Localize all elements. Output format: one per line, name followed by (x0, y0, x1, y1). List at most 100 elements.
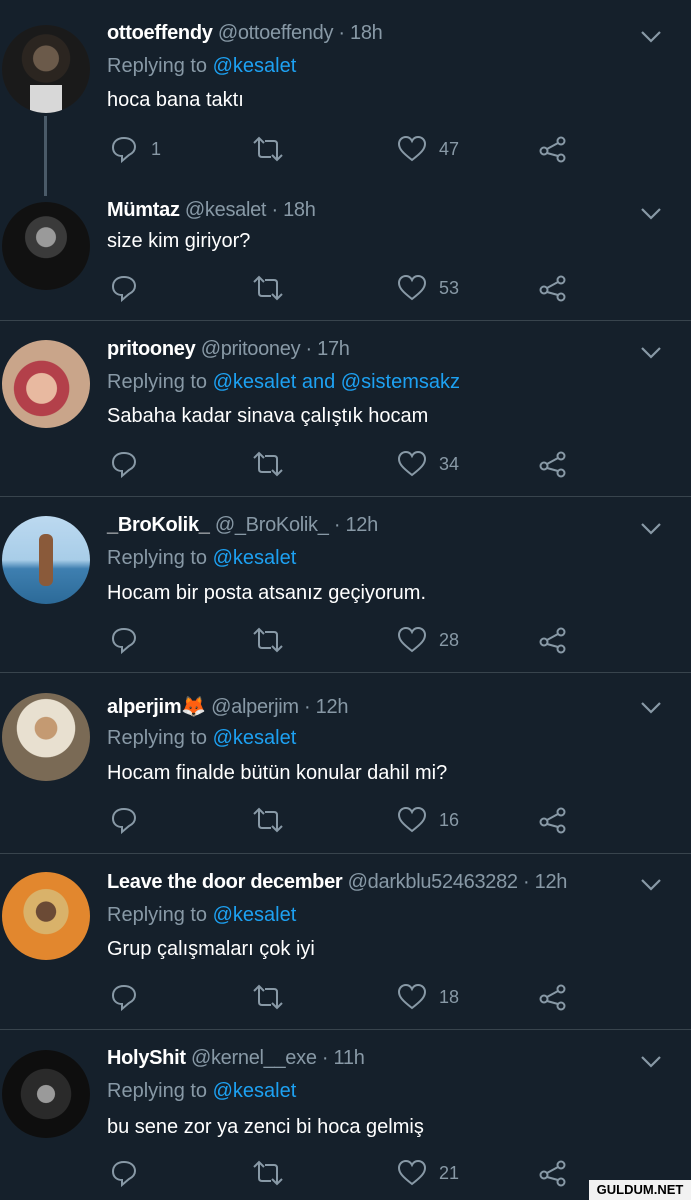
mention-link[interactable]: @kesalet (213, 1080, 297, 1102)
avatar[interactable] (2, 25, 90, 113)
tweet[interactable]: Leave the door december @darkblu52463282… (0, 854, 691, 1029)
share-button[interactable] (539, 1156, 567, 1190)
separator: · (316, 1047, 334, 1069)
share-button[interactable] (539, 271, 567, 305)
retweet-icon (253, 984, 283, 1010)
chevron-down-icon[interactable] (640, 701, 662, 715)
reply-button[interactable] (109, 803, 151, 837)
like-button[interactable]: 47 (397, 132, 459, 166)
share-button[interactable] (539, 132, 567, 166)
retweet-button[interactable] (251, 803, 285, 837)
tweet[interactable]: HolyShit @kernel__exe · 11h Replying to … (0, 1030, 691, 1200)
chevron-down-icon[interactable] (640, 522, 662, 536)
retweet-icon (253, 1160, 283, 1186)
replying-prefix: Replying to (107, 1080, 213, 1102)
display-name[interactable]: pritooney (107, 338, 196, 360)
reply-button[interactable] (109, 623, 151, 657)
share-icon (539, 984, 566, 1011)
tweet-header: ottoeffendy @ottoeffendy · 18h (107, 22, 383, 45)
tweet[interactable]: ottoeffendy @ottoeffendy · 18h Replying … (0, 0, 691, 196)
like-count: 28 (439, 629, 460, 650)
retweet-button[interactable] (251, 447, 285, 481)
timestamp[interactable]: 12h (316, 696, 349, 718)
user-handle[interactable]: @kernel__exe (191, 1047, 317, 1069)
mention-link[interactable]: @kesalet and @sistemsakz (213, 371, 460, 393)
tweet[interactable]: alperjim🦊 @alperjim · 12h Replying to @k… (0, 673, 691, 853)
reply-button[interactable]: 1 (109, 132, 161, 166)
reply-count: 1 (151, 138, 162, 159)
retweet-icon (253, 275, 283, 301)
display-name[interactable]: Leave the door december (107, 871, 343, 893)
user-handle[interactable]: @pritooney (201, 338, 301, 360)
retweet-icon (253, 136, 283, 162)
timestamp[interactable]: 17h (317, 338, 350, 360)
share-button[interactable] (539, 803, 567, 837)
avatar[interactable] (2, 693, 90, 781)
retweet-button[interactable] (251, 132, 285, 166)
retweet-button[interactable] (251, 623, 285, 657)
like-button[interactable]: 34 (397, 447, 459, 481)
display-name[interactable]: Mümtaz (107, 199, 180, 221)
reply-button[interactable] (109, 980, 151, 1014)
replying-to: Replying to @kesalet (107, 1080, 296, 1103)
replying-to: Replying to @kesalet and @sistemsakz (107, 371, 460, 394)
reply-icon (111, 275, 137, 303)
avatar[interactable] (2, 340, 90, 428)
timestamp[interactable]: 18h (350, 22, 383, 44)
chevron-down-icon[interactable] (640, 346, 662, 360)
avatar[interactable] (2, 872, 90, 960)
replying-to: Replying to @kesalet (107, 55, 296, 78)
avatar[interactable] (2, 1050, 90, 1138)
retweet-button[interactable] (251, 271, 285, 305)
like-button[interactable]: 16 (397, 803, 459, 837)
user-handle[interactable]: @alperjim (211, 696, 299, 718)
retweet-button[interactable] (251, 980, 285, 1014)
separator: · (328, 514, 346, 536)
reply-button[interactable] (109, 447, 151, 481)
timestamp[interactable]: 11h (334, 1047, 365, 1069)
timestamp[interactable]: 12h (535, 871, 568, 893)
user-handle[interactable]: @ottoeffendy (218, 22, 334, 44)
share-button[interactable] (539, 447, 567, 481)
mention-link[interactable]: @kesalet (213, 904, 297, 926)
reply-button[interactable] (109, 1156, 151, 1190)
heart-icon (397, 274, 427, 301)
tweet[interactable]: Mümtaz @kesalet · 18h size kim giriyor? … (0, 180, 691, 320)
display-name[interactable]: _BroKolik_ (107, 514, 210, 536)
display-name[interactable]: ottoeffendy (107, 22, 213, 44)
retweet-button[interactable] (251, 1156, 285, 1190)
user-handle[interactable]: @_BroKolik_ (215, 514, 329, 536)
chevron-down-icon[interactable] (640, 878, 662, 892)
user-handle[interactable]: @darkblu52463282 (348, 871, 518, 893)
mention-link[interactable]: @kesalet (213, 727, 297, 749)
tweet[interactable]: pritooney @pritooney · 17h Replying to @… (0, 321, 691, 496)
share-icon (539, 627, 566, 654)
chevron-down-icon[interactable] (640, 30, 662, 44)
tweet-header: Mümtaz @kesalet · 18h (107, 199, 316, 222)
like-button[interactable]: 28 (397, 623, 459, 657)
chevron-down-icon[interactable] (640, 207, 662, 221)
user-handle[interactable]: @kesalet (185, 199, 267, 221)
avatar[interactable] (2, 516, 90, 604)
reply-button[interactable] (109, 271, 151, 305)
tweet-actions: 21 (107, 1156, 587, 1190)
timestamp[interactable]: 12h (345, 514, 378, 536)
display-name[interactable]: alperjim🦊 (107, 696, 206, 718)
reply-icon (111, 984, 137, 1012)
mention-link[interactable]: @kesalet (213, 547, 297, 569)
chevron-down-icon[interactable] (640, 1055, 662, 1069)
display-name[interactable]: HolyShit (107, 1047, 186, 1069)
share-button[interactable] (539, 980, 567, 1014)
mention-link[interactable]: @kesalet (213, 55, 297, 77)
like-button[interactable]: 53 (397, 271, 459, 305)
share-icon (539, 807, 566, 834)
like-button[interactable]: 18 (397, 980, 459, 1014)
share-button[interactable] (539, 623, 567, 657)
tweet[interactable]: _BroKolik_ @_BroKolik_ · 12h Replying to… (0, 497, 691, 672)
tweet-header: pritooney @pritooney · 17h (107, 338, 350, 361)
like-button[interactable]: 21 (397, 1156, 459, 1190)
tweet-header: Leave the door december @darkblu52463282… (107, 871, 567, 894)
avatar[interactable] (2, 202, 90, 290)
timestamp[interactable]: 18h (283, 199, 316, 221)
tweet-actions: 18 (107, 980, 587, 1014)
